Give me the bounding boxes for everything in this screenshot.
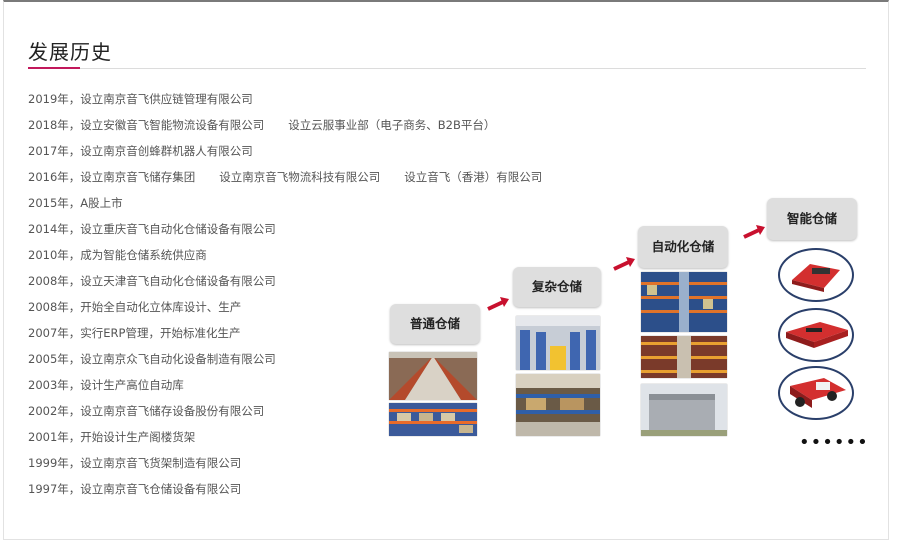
timeline-item-extra: 设立音飞（香港）有限公司 — [404, 170, 543, 184]
title-accent-bar — [28, 67, 80, 69]
warehouse-photo-automated-1 — [641, 272, 727, 332]
timeline-item: 2014年，设立重庆音飞自动化仓储设备有限公司 — [28, 216, 542, 242]
timeline-item-text: 2014年，设立重庆音飞自动化仓储设备有限公司 — [28, 222, 276, 236]
stage-label-ordinary: 普通仓储 — [390, 304, 480, 344]
warehouse-photo-complex-1 — [516, 316, 600, 370]
timeline-item-text: 2005年，设立南京众飞自动化设备制造有限公司 — [28, 352, 276, 366]
progress-arrow-3 — [742, 224, 766, 244]
timeline-item: 2019年，设立南京音飞供应链管理有限公司 — [28, 86, 542, 112]
timeline-item-text: 2002年，设立南京音飞储存设备股份有限公司 — [28, 404, 265, 418]
stage-label-automated: 自动化仓储 — [638, 226, 728, 268]
page-title: 发展历史 — [28, 40, 112, 64]
warehouse-photo-complex-2 — [516, 374, 600, 436]
stage-label-intelligent: 智能仓储 — [767, 198, 857, 240]
timeline-item-text: 2010年，成为智能仓储系统供应商 — [28, 248, 207, 262]
timeline-item: 2015年，A股上市 — [28, 190, 542, 216]
warehouse-photo-automated-2 — [641, 336, 727, 378]
timeline-item: 1997年，设立南京音飞仓储设备有限公司 — [28, 476, 542, 502]
title-divider — [28, 68, 866, 69]
timeline-item: 1999年，设立南京音飞货架制造有限公司 — [28, 450, 542, 476]
timeline-item-extra: 设立云服事业部（电子商务、B2B平台） — [288, 118, 496, 132]
timeline-item-text: 2007年，实行ERP管理，开始标准化生产 — [28, 326, 241, 340]
timeline-item: 2018年，设立安徽音飞智能物流设备有限公司 设立云服事业部（电子商务、B2B平台… — [28, 112, 542, 138]
timeline-item-text: 2001年，开始设计生产阁楼货架 — [28, 430, 196, 444]
timeline-item-text: 2008年，设立天津音飞自动化仓储设备有限公司 — [28, 274, 276, 288]
timeline-item: 2008年，设立天津音飞自动化仓储设备有限公司 — [28, 268, 542, 294]
warehouse-photo-ordinary-2 — [389, 403, 477, 436]
robot-icon-2 — [778, 308, 854, 362]
progress-arrow-2 — [612, 256, 636, 276]
timeline-item: 2016年，设立南京音飞储存集团 设立南京音飞物流科技有限公司 设立音飞（香港）有限… — [28, 164, 542, 190]
warehouse-photo-ordinary-1 — [389, 352, 477, 400]
stage-label-complex: 复杂仓储 — [513, 267, 601, 307]
timeline-item-text: 1997年，设立南京音飞仓储设备有限公司 — [28, 482, 242, 496]
robot-icon-3 — [778, 366, 854, 420]
timeline-item: 2010年，成为智能仓储系统供应商 — [28, 242, 542, 268]
timeline-item-text: 2008年，开始全自动化立体库设计、生产 — [28, 300, 242, 314]
timeline-item-extra: 设立南京音飞物流科技有限公司 — [219, 170, 381, 184]
timeline-item-text: 2016年，设立南京音飞储存集团 — [28, 170, 196, 184]
robot-icon-1 — [778, 248, 854, 302]
progress-arrow-1 — [486, 296, 510, 316]
more-indicator: •••••• — [799, 432, 869, 453]
timeline-item-text: 2015年，A股上市 — [28, 196, 123, 210]
history-timeline: 2019年，设立南京音飞供应链管理有限公司 2018年，设立安徽音飞智能物流设备有… — [28, 86, 542, 502]
timeline-item-text: 2017年，设立南京音创蜂群机器人有限公司 — [28, 144, 253, 158]
warehouse-photo-automated-3 — [641, 384, 727, 436]
timeline-item-text: 2003年，设计生产高位自动库 — [28, 378, 184, 392]
timeline-item-text: 2018年，设立安徽音飞智能物流设备有限公司 — [28, 118, 265, 132]
timeline-item-text: 1999年，设立南京音飞货架制造有限公司 — [28, 456, 242, 470]
timeline-item-text: 2019年，设立南京音飞供应链管理有限公司 — [28, 92, 253, 106]
timeline-item: 2017年，设立南京音创蜂群机器人有限公司 — [28, 138, 542, 164]
